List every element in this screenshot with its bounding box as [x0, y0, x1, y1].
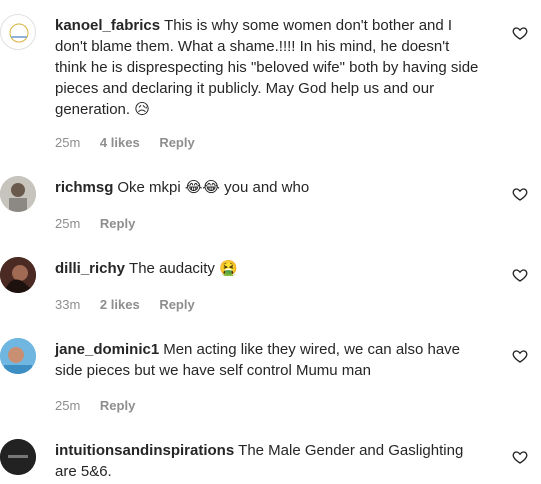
vomiting-face-emoji: 🤮 — [219, 259, 238, 277]
avatar[interactable] — [0, 338, 36, 374]
reply-button[interactable]: Reply — [159, 135, 194, 150]
kanoel-logo-image — [9, 23, 29, 43]
comment-meta: 25m 4 likes Reply — [55, 135, 211, 150]
comment-username[interactable]: dilli_richy — [55, 260, 125, 277]
comment-body: intuitionsandinspirations The Male Gender… — [55, 440, 485, 482]
comment-likes[interactable]: 2 likes — [100, 297, 140, 312]
comment-username[interactable]: richmsg — [55, 179, 113, 196]
comment-time: 25m — [55, 398, 81, 413]
avatar[interactable] — [0, 176, 36, 212]
comment-username[interactable]: jane_dominic1 — [55, 341, 159, 358]
avatar-photo — [0, 257, 36, 293]
comment-body: jane_dominic1 Men acting like they wired,… — [55, 339, 485, 381]
heart-outline-icon[interactable] — [512, 267, 528, 283]
laughing-emoji: 😂😂 — [184, 178, 220, 196]
reply-button[interactable]: Reply — [100, 216, 135, 231]
avatar-logo-image — [0, 439, 36, 475]
comment-likes[interactable]: 4 likes — [100, 135, 140, 150]
avatar[interactable] — [0, 257, 36, 293]
comment-body: richmsg Oke mkpi 😂😂 you and who — [55, 177, 485, 198]
heart-outline-icon[interactable] — [512, 25, 528, 41]
heart-outline-icon[interactable] — [512, 348, 528, 364]
comment-body: dilli_richy The audacity 🤮 — [55, 258, 485, 279]
comment-time: 33m — [55, 297, 81, 312]
heart-outline-icon[interactable] — [512, 449, 528, 465]
comment-text-after: you and who — [224, 179, 310, 196]
comment-time: 25m — [55, 216, 81, 231]
comment-meta: 33m 2 likes Reply — [55, 297, 211, 312]
comment-username[interactable]: intuitionsandinspirations — [55, 442, 234, 459]
reply-button[interactable]: Reply — [100, 398, 135, 413]
comment-meta: 25m Reply — [55, 398, 151, 413]
avatar[interactable] — [0, 439, 36, 475]
avatar-photo — [0, 176, 36, 212]
comment-body: kanoel_fabrics This is why some women don… — [55, 15, 485, 120]
comment-time: 25m — [55, 135, 81, 150]
comment-meta: 25m Reply — [55, 216, 151, 231]
comment-username[interactable]: kanoel_fabrics — [55, 17, 160, 34]
comment-text: The audacity — [129, 260, 215, 277]
reply-button[interactable]: Reply — [159, 297, 194, 312]
comment-text: Oke mkpi — [117, 179, 181, 196]
avatar-photo — [0, 338, 36, 374]
avatar[interactable] — [0, 14, 36, 50]
heart-outline-icon[interactable] — [512, 186, 528, 202]
sad-face-emoji: 😥 — [134, 100, 150, 118]
